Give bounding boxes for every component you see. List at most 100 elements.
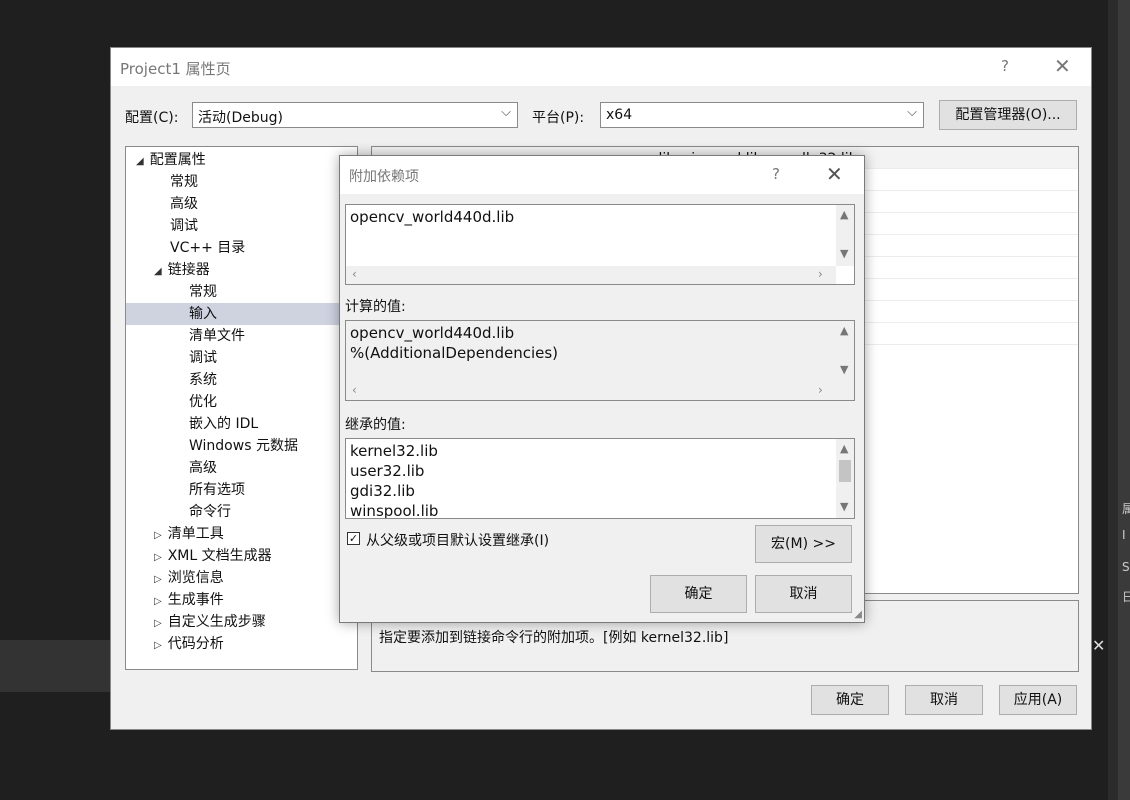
ide-side-glyph: 属 bbox=[1122, 502, 1130, 516]
expand-arrow-icon[interactable]: ▷ bbox=[154, 552, 162, 563]
platform-select-value: x64 bbox=[606, 107, 633, 123]
scroll-right-icon[interactable]: › bbox=[818, 383, 823, 397]
ide-side-glyph: S bbox=[1122, 560, 1130, 574]
resize-grip-icon[interactable]: ◢ bbox=[854, 609, 862, 620]
ok-button[interactable]: 确定 bbox=[811, 685, 889, 715]
config-label: 配置(C): bbox=[125, 110, 179, 126]
apply-button[interactable]: 应用(A) bbox=[999, 685, 1077, 715]
expand-arrow-icon[interactable]: ▷ bbox=[154, 530, 162, 541]
tree-node[interactable]: 高级 bbox=[189, 457, 217, 479]
vertical-scrollbar[interactable]: ▲ ▼ bbox=[836, 205, 854, 266]
computed-line: opencv_world440d.lib bbox=[350, 324, 515, 342]
tree-node[interactable]: 调试 bbox=[189, 347, 217, 369]
tree-node[interactable]: 系统 bbox=[189, 369, 217, 391]
config-select-value: 活动(Debug) bbox=[198, 110, 283, 126]
platform-label: 平台(P): bbox=[532, 110, 585, 126]
dependencies-edit-box[interactable]: opencv_world440d.lib ▲ ▼ ‹ › bbox=[345, 204, 855, 285]
tree-node-label: 配置属性 bbox=[149, 152, 206, 168]
tree-node-linker[interactable]: ◢ 链接器 bbox=[154, 259, 210, 281]
tree-node-input-selected[interactable]: 输入 bbox=[126, 303, 357, 325]
platform-select[interactable]: x64 ⌵ bbox=[600, 102, 924, 128]
inherited-line: user32.lib bbox=[350, 462, 425, 480]
help-icon[interactable]: ? bbox=[1001, 57, 1009, 75]
scroll-thumb[interactable] bbox=[839, 460, 851, 482]
horizontal-scrollbar[interactable]: ‹ › bbox=[346, 382, 836, 400]
help-icon[interactable]: ? bbox=[772, 165, 780, 183]
inherited-values-label: 继承的值: bbox=[345, 417, 406, 433]
macro-button[interactable]: 宏(M) >> bbox=[755, 525, 852, 563]
scroll-down-icon[interactable]: ▼ bbox=[840, 247, 848, 260]
property-tree[interactable]: ◢ 配置属性 常规 高级 调试 VC++ 目录 ◢ 链接器 常规 输入 清单文件 调… bbox=[125, 146, 358, 670]
tree-node[interactable]: 高级 bbox=[170, 193, 198, 215]
inherited-values-box: kernel32.lib user32.lib gdi32.lib winspo… bbox=[345, 438, 855, 519]
tree-node[interactable]: ▷ XML 文档生成器 bbox=[154, 545, 272, 567]
tree-node[interactable]: 调试 bbox=[170, 215, 198, 237]
scroll-down-icon[interactable]: ▼ bbox=[840, 500, 848, 513]
scroll-up-icon[interactable]: ▲ bbox=[840, 208, 848, 221]
tree-node[interactable]: 常规 bbox=[189, 281, 217, 303]
tree-node[interactable]: ▷ 自定义生成步骤 bbox=[154, 611, 266, 633]
computed-values-label: 计算的值: bbox=[345, 299, 406, 315]
inherit-checkbox-label[interactable]: 从父级或项目默认设置继承(I) bbox=[366, 530, 549, 550]
dialog-cancel-button[interactable]: 取消 bbox=[755, 575, 852, 613]
dialog-title: 附加依赖项 bbox=[349, 169, 419, 185]
ide-scroll-strip bbox=[1118, 0, 1130, 800]
tree-node[interactable]: 常规 bbox=[170, 171, 198, 193]
expand-arrow-icon[interactable]: ▷ bbox=[154, 596, 162, 607]
inherited-line: gdi32.lib bbox=[350, 482, 415, 500]
expand-arrow-icon[interactable]: ▷ bbox=[154, 574, 162, 585]
tree-node[interactable]: 所有选项 bbox=[189, 479, 245, 501]
description-text: 指定要添加到链接命令行的附加项。[例如 kernel32.lib] bbox=[379, 630, 729, 646]
dialog-ok-button[interactable]: 确定 bbox=[650, 575, 747, 613]
chevron-down-icon: ⌵ bbox=[907, 105, 917, 120]
tree-node[interactable]: 优化 bbox=[189, 391, 217, 413]
tree-node-label: 生成事件 bbox=[167, 592, 224, 608]
expand-arrow-icon[interactable]: ▷ bbox=[154, 640, 162, 651]
ide-right-edge bbox=[1108, 0, 1130, 800]
inherit-checkbox[interactable]: ✓ bbox=[347, 532, 360, 545]
cancel-button[interactable]: 取消 bbox=[905, 685, 983, 715]
expand-arrow-icon[interactable]: ◢ bbox=[136, 156, 144, 167]
vertical-scrollbar[interactable]: ▲ ▼ bbox=[836, 439, 854, 518]
scroll-up-icon[interactable]: ▲ bbox=[840, 442, 848, 455]
inherited-line: kernel32.lib bbox=[350, 442, 438, 460]
vertical-scrollbar[interactable]: ▲ ▼ bbox=[836, 321, 854, 382]
window-titlebar: Project1 属性页 ? ✕ bbox=[111, 48, 1091, 86]
scroll-up-icon[interactable]: ▲ bbox=[840, 324, 848, 337]
tree-node[interactable]: ▷ 浏览信息 bbox=[154, 567, 224, 589]
close-icon[interactable]: ✕ bbox=[826, 162, 843, 186]
scroll-left-icon[interactable]: ‹ bbox=[352, 383, 357, 397]
tree-node-label: 浏览信息 bbox=[167, 570, 224, 586]
tree-node-label: 清单工具 bbox=[167, 526, 224, 542]
tree-node[interactable]: Windows 元数据 bbox=[189, 435, 298, 457]
scroll-down-icon[interactable]: ▼ bbox=[840, 363, 848, 376]
additional-dependencies-dialog: 附加依赖项 ? ✕ opencv_world440d.lib ▲ ▼ ‹ › 计… bbox=[339, 155, 865, 623]
scroll-left-icon[interactable]: ‹ bbox=[352, 267, 357, 281]
tree-node-label: 自定义生成步骤 bbox=[167, 614, 266, 630]
tree-node[interactable]: VC++ 目录 bbox=[170, 237, 245, 259]
tree-node[interactable]: ▷ 生成事件 bbox=[154, 589, 224, 611]
tree-node[interactable]: 清单文件 bbox=[189, 325, 245, 347]
tree-node-label: XML 文档生成器 bbox=[167, 548, 272, 564]
tree-node-config-properties[interactable]: ◢ 配置属性 bbox=[136, 149, 206, 171]
ide-side-glyph: I bbox=[1122, 528, 1126, 542]
expand-arrow-icon[interactable]: ▷ bbox=[154, 618, 162, 629]
tree-node-label: 代码分析 bbox=[167, 636, 224, 652]
computed-values-box: opencv_world440d.lib %(AdditionalDepende… bbox=[345, 320, 855, 401]
tree-node-label: 链接器 bbox=[167, 262, 210, 278]
close-icon[interactable]: ✕ bbox=[1054, 54, 1071, 78]
tree-node[interactable]: ▷ 代码分析 bbox=[154, 633, 224, 655]
tree-node[interactable]: 嵌入的 IDL bbox=[189, 413, 258, 435]
window-title: Project1 属性页 bbox=[120, 60, 231, 78]
scroll-right-icon[interactable]: › bbox=[818, 267, 823, 281]
ide-side-glyph: 日 bbox=[1122, 590, 1130, 604]
ide-left-panel bbox=[0, 640, 110, 692]
horizontal-scrollbar[interactable]: ‹ › bbox=[346, 266, 836, 284]
tree-node[interactable]: 命令行 bbox=[189, 501, 231, 523]
ide-panel-close-icon[interactable]: ✕ bbox=[1092, 636, 1112, 666]
expand-arrow-icon[interactable]: ◢ bbox=[154, 266, 162, 277]
config-manager-button[interactable]: 配置管理器(O)... bbox=[939, 100, 1077, 130]
chevron-down-icon: ⌵ bbox=[501, 105, 511, 120]
config-select[interactable]: 活动(Debug) ⌵ bbox=[192, 102, 518, 128]
tree-node[interactable]: ▷ 清单工具 bbox=[154, 523, 224, 545]
